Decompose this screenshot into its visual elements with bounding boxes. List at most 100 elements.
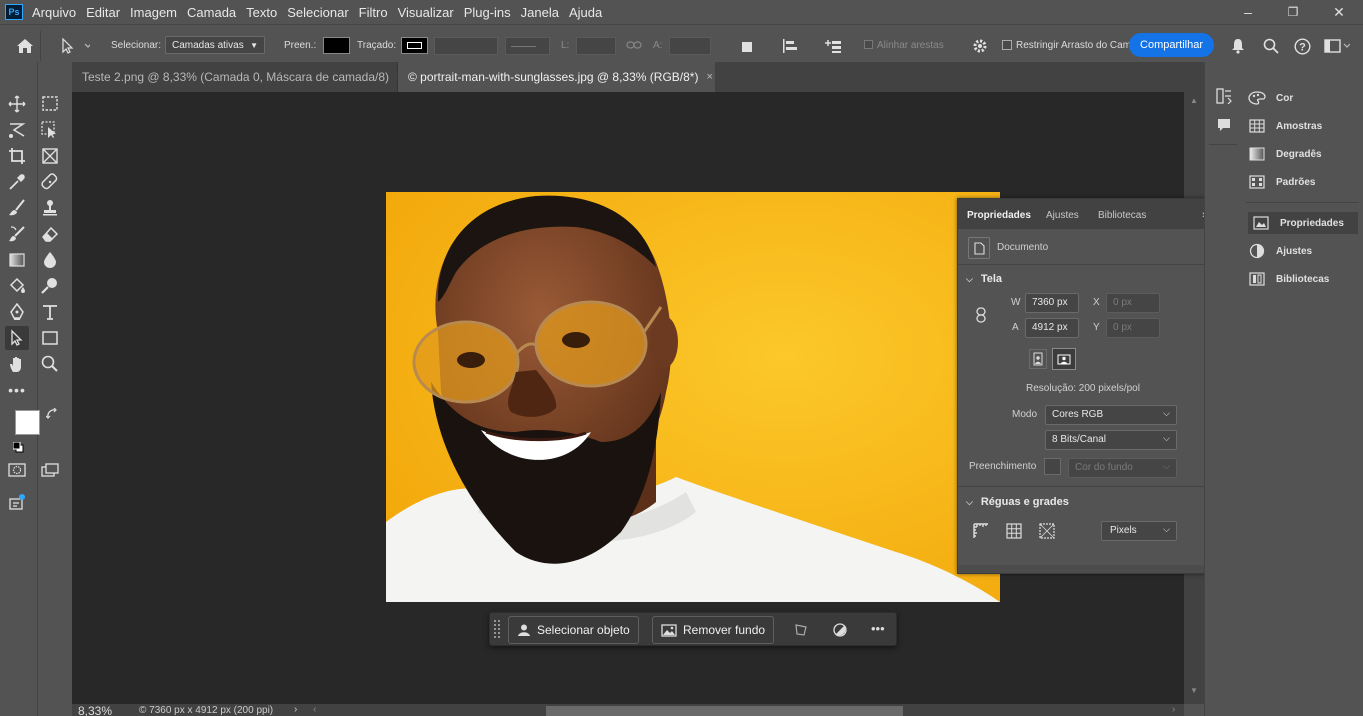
eraser-tool-icon[interactable]	[38, 222, 62, 246]
pen-tool-icon[interactable]	[5, 300, 29, 324]
default-colors-icon[interactable]	[13, 442, 24, 453]
paint-bucket-tool-icon[interactable]	[5, 274, 29, 298]
home-icon[interactable]	[16, 38, 34, 54]
marquee-tool-icon[interactable]	[38, 92, 62, 116]
bell-icon[interactable]	[1230, 38, 1246, 54]
path-selection-tool-icon[interactable]	[60, 38, 90, 54]
foreground-color-swatch[interactable]	[15, 410, 40, 435]
menu-janela[interactable]: Janela	[521, 5, 559, 20]
dock-swatches[interactable]: Amostras	[1248, 115, 1360, 137]
path-operations-icon[interactable]	[741, 39, 755, 53]
canvas-x-field[interactable]: 0 px	[1106, 293, 1160, 313]
scroll-down-icon[interactable]: ▼	[1190, 686, 1198, 695]
canvas-section-header[interactable]: ⌵ Tela	[966, 273, 1002, 285]
portrait-orientation-icon[interactable]	[1029, 349, 1047, 369]
eyedropper-tool-icon[interactable]	[5, 170, 29, 194]
gear-icon[interactable]	[972, 38, 988, 54]
help-icon[interactable]: ?	[1294, 38, 1311, 55]
canvas-y-field[interactable]: 0 px	[1106, 318, 1160, 338]
zoom-level[interactable]: 8,33%	[78, 704, 112, 716]
history-icon[interactable]	[1216, 88, 1232, 104]
clone-stamp-tool-icon[interactable]	[38, 196, 62, 220]
brush-tool-icon[interactable]	[5, 196, 29, 220]
share-button[interactable]: Compartilhar	[1129, 33, 1214, 57]
status-menu-icon[interactable]: ›	[294, 704, 297, 715]
scroll-right-icon[interactable]: ›	[1172, 704, 1175, 715]
gradient-tool-icon[interactable]	[5, 248, 29, 272]
menu-editar[interactable]: Editar	[86, 5, 120, 20]
close-icon[interactable]: ×	[706, 71, 712, 83]
canvas-width-field[interactable]: 7360 px	[1025, 293, 1079, 313]
crop-tool-icon[interactable]	[5, 144, 29, 168]
fill-swatch[interactable]	[323, 37, 350, 54]
adjustment-circle-icon[interactable]	[833, 623, 847, 637]
dock-color[interactable]: Cor	[1248, 87, 1360, 109]
tab-teste-2[interactable]: Teste 2.png @ 8,33% (Camada 0, Máscara d…	[72, 62, 403, 92]
canvas-height-field[interactable]: 4912 px	[1025, 318, 1079, 338]
dock-patterns[interactable]: Padrões	[1248, 171, 1360, 193]
blur-tool-icon[interactable]	[38, 248, 62, 272]
direct-selection-tool-icon[interactable]	[5, 326, 29, 350]
landscape-orientation-icon[interactable]	[1052, 348, 1076, 370]
more-options-icon[interactable]: •••	[871, 621, 885, 636]
close-window-button[interactable]: ✕	[1316, 0, 1362, 24]
rulers-section-header[interactable]: ⌵ Réguas e grades	[966, 496, 1069, 508]
healing-brush-tool-icon[interactable]	[38, 170, 62, 194]
align-edges-checkbox[interactable]	[864, 40, 873, 49]
remove-background-button[interactable]: Remover fundo	[652, 616, 775, 644]
restore-button[interactable]: ❐	[1270, 0, 1316, 24]
menu-filtro[interactable]: Filtro	[359, 5, 388, 20]
width-field[interactable]	[576, 37, 616, 55]
menu-ajuda[interactable]: Ajuda	[569, 5, 602, 20]
color-mode-dropdown[interactable]: Cores RGB ⌵	[1045, 405, 1177, 425]
menu-camada[interactable]: Camada	[187, 5, 236, 20]
type-tool-icon[interactable]	[38, 300, 62, 324]
document-info[interactable]: © 7360 px x 4912 px (200 ppi)	[139, 705, 273, 716]
menu-imagem[interactable]: Imagem	[130, 5, 177, 20]
menu-visualizar[interactable]: Visualizar	[398, 5, 454, 20]
tab-adjustments[interactable]: Ajustes	[1046, 205, 1079, 225]
tab-properties[interactable]: Propriedades	[967, 205, 1031, 225]
menu-arquivo[interactable]: Arquivo	[32, 5, 76, 20]
select-subject-button[interactable]: Selecionar objeto	[508, 616, 639, 644]
link-icon[interactable]	[626, 40, 642, 50]
comments-icon[interactable]	[1216, 117, 1232, 133]
scroll-left-icon[interactable]: ‹	[313, 704, 316, 715]
stroke-type-dropdown[interactable]	[505, 37, 550, 55]
dock-properties[interactable]: Propriedades	[1248, 212, 1358, 234]
fill-dropdown[interactable]: Cor do fundo ⌵	[1068, 458, 1177, 478]
edit-toolbar-icon[interactable]	[5, 490, 29, 514]
rectangle-tool-icon[interactable]	[38, 326, 62, 350]
tab-libraries[interactable]: Bibliotecas	[1098, 205, 1146, 225]
bit-depth-dropdown[interactable]: 8 Bits/Canal ⌵	[1045, 430, 1177, 450]
select-layers-dropdown[interactable]: Camadas ativas ▼	[165, 36, 265, 54]
path-alignment-icon[interactable]	[782, 38, 798, 54]
grid-icon[interactable]	[1006, 523, 1022, 539]
ruler-icon[interactable]	[973, 523, 989, 539]
tab-portrait[interactable]: © portrait-man-with-sunglasses.jpg @ 8,3…	[398, 62, 715, 92]
constrain-path-checkbox[interactable]	[1002, 40, 1012, 50]
fill-color-swatch[interactable]	[1044, 458, 1061, 475]
hand-tool-icon[interactable]	[5, 352, 29, 376]
frame-tool-icon[interactable]	[38, 144, 62, 168]
dock-gradients[interactable]: Degradês	[1248, 143, 1360, 165]
swap-colors-icon[interactable]	[46, 408, 58, 420]
units-dropdown[interactable]: Pixels ⌵	[1101, 521, 1177, 541]
height-field[interactable]	[669, 37, 711, 55]
drag-handle-icon[interactable]	[494, 618, 500, 642]
more-tools-icon[interactable]: •••	[5, 378, 29, 402]
horizontal-scroll-thumb[interactable]	[546, 706, 903, 716]
link-dimensions-icon[interactable]	[975, 307, 987, 323]
history-brush-tool-icon[interactable]	[5, 222, 29, 246]
object-selection-tool-icon[interactable]	[38, 118, 62, 142]
panel-resize-handle[interactable]	[958, 565, 1241, 573]
move-tool-icon[interactable]	[5, 92, 29, 116]
stroke-width-field[interactable]	[434, 37, 498, 55]
transform-icon[interactable]	[794, 623, 808, 637]
workspace-icon[interactable]	[1324, 39, 1350, 53]
stroke-swatch[interactable]	[401, 37, 428, 54]
lasso-tool-icon[interactable]	[5, 118, 29, 142]
menu-selecionar[interactable]: Selecionar	[287, 5, 348, 20]
dodge-tool-icon[interactable]	[38, 274, 62, 298]
minimize-button[interactable]: –	[1225, 0, 1271, 24]
